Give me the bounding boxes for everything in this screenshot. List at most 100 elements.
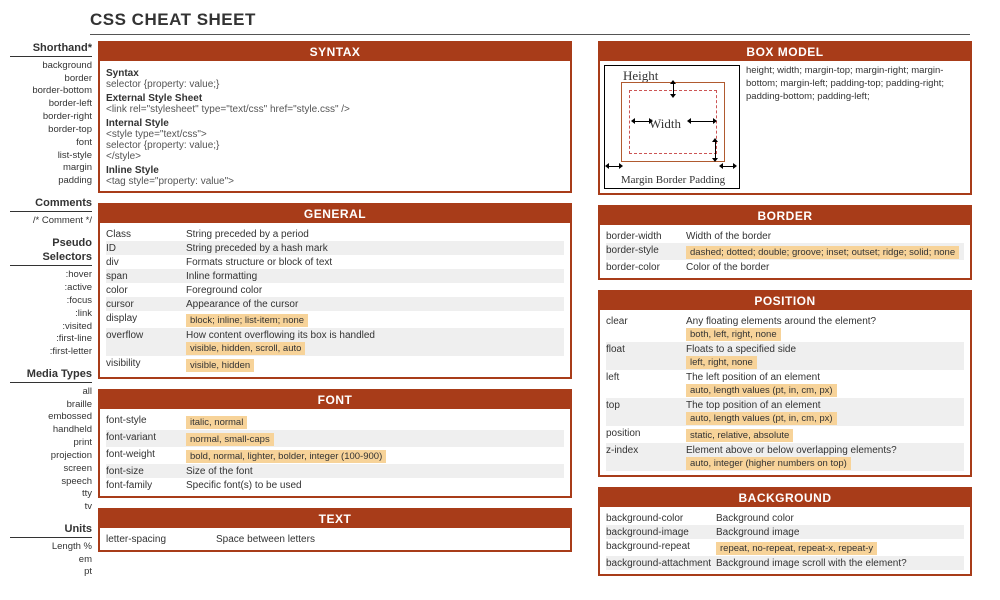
- prop-desc: The left position of an element: [686, 372, 964, 383]
- sidebar: Shorthand* backgroundborderborder-bottom…: [10, 41, 98, 579]
- prop-val: Width of the border: [686, 231, 964, 242]
- prop-val: How content overflowing its box is handl…: [186, 330, 564, 355]
- prop-val: Inline formatting: [186, 271, 564, 282]
- internal-label: Internal Style: [106, 118, 564, 129]
- panel-body-position: clearAny floating elements around the el…: [600, 310, 970, 475]
- prop-options: repeat, no-repeat, repeat-x, repeat-y: [716, 542, 877, 555]
- internal-code-2: selector {property: value;}: [106, 140, 564, 151]
- sidebar-item: :hover: [10, 269, 92, 282]
- prop-desc: String preceded by a hash mark: [186, 243, 564, 254]
- page-title: CSS CHEAT SHEET: [90, 10, 970, 35]
- prop-key: border-style: [606, 245, 686, 256]
- columns: SYNTAX Syntax selector {property: value;…: [98, 41, 1000, 576]
- prop-options: auto, length values (pt, in, cm, px): [686, 412, 837, 425]
- prop-key: left: [606, 372, 686, 383]
- prop-desc: Background color: [716, 513, 964, 524]
- internal-code-3: </style>: [106, 151, 564, 162]
- table-row: floatFloats to a specified sideleft, rig…: [606, 342, 964, 370]
- sidebar-item: :first-line: [10, 333, 92, 346]
- sidebar-item: all: [10, 386, 92, 399]
- panel-body-text: letter-spacingSpace between letters: [100, 528, 570, 550]
- prop-options: block; inline; list-item; none: [186, 314, 308, 327]
- prop-key: display: [106, 313, 186, 324]
- sidebar-item: border-right: [10, 111, 92, 124]
- prop-val: String preceded by a hash mark: [186, 243, 564, 254]
- sidebar-item: pt: [10, 566, 92, 579]
- panel-border: BORDER border-widthWidth of the borderbo…: [598, 205, 972, 280]
- prop-desc: Inline formatting: [186, 271, 564, 282]
- prop-val: Specific font(s) to be used: [186, 480, 564, 491]
- sidebar-media-list: allbrailleembossedhandheldprintprojectio…: [10, 386, 92, 514]
- sidebar-item: braille: [10, 399, 92, 412]
- panel-font: FONT font-styleitalic, normalfont-varian…: [98, 389, 572, 498]
- table-row: positionstatic, relative, absolute: [606, 426, 964, 443]
- panel-head-position: POSITION: [600, 292, 970, 310]
- table-row: border-widthWidth of the border: [606, 229, 964, 243]
- sidebar-item: padding: [10, 175, 92, 188]
- sidebar-item: speech: [10, 476, 92, 489]
- prop-key: ID: [106, 243, 186, 254]
- bm-label-width: Width: [649, 116, 681, 132]
- prop-desc: The top position of an element: [686, 400, 964, 411]
- prop-val: Formats structure or block of text: [186, 257, 564, 268]
- prop-key: float: [606, 344, 686, 355]
- prop-val: The left position of an elementauto, len…: [686, 372, 964, 397]
- sidebar-group-units: Units: [10, 522, 92, 538]
- prop-val: Background image scroll with the element…: [716, 558, 964, 569]
- prop-val: repeat, no-repeat, repeat-x, repeat-y: [716, 541, 964, 555]
- arrow-icon: [691, 121, 713, 122]
- prop-desc: Space between letters: [216, 534, 564, 545]
- prop-key: font-variant: [106, 432, 186, 443]
- panel-head-syntax: SYNTAX: [100, 43, 570, 61]
- prop-desc: Color of the border: [686, 262, 964, 273]
- prop-val: static, relative, absolute: [686, 428, 964, 442]
- prop-options: visible, hidden, scroll, auto: [186, 342, 305, 355]
- prop-options: auto, integer (higher numbers on top): [686, 457, 851, 470]
- sidebar-item: list-style: [10, 150, 92, 163]
- sidebar-group-pseudo: Pseudo Selectors: [10, 236, 92, 267]
- prop-key: top: [606, 400, 686, 411]
- sidebar-pseudo-list: :hover:active:focus:link:visited:first-l…: [10, 269, 92, 359]
- table-row: ClassString preceded by a period: [106, 227, 564, 241]
- prop-key: background-attachment: [606, 558, 716, 569]
- prop-val: Color of the border: [686, 262, 964, 273]
- sidebar-item: /* Comment */: [10, 215, 92, 228]
- prop-val: Appearance of the cursor: [186, 299, 564, 310]
- prop-desc: String preceded by a period: [186, 229, 564, 240]
- table-row: z-indexElement above or below overlappin…: [606, 443, 964, 471]
- prop-val: bold, normal, lighter, bolder, integer (…: [186, 449, 564, 463]
- table-row: spanInline formatting: [106, 269, 564, 283]
- sidebar-item: print: [10, 437, 92, 450]
- panel-general: GENERAL ClassString preceded by a period…: [98, 203, 572, 379]
- prop-desc: How content overflowing its box is handl…: [186, 330, 564, 341]
- sidebar-item: tty: [10, 488, 92, 501]
- prop-val: block; inline; list-item; none: [186, 313, 564, 327]
- sidebar-item: border-left: [10, 98, 92, 111]
- table-row: IDString preceded by a hash mark: [106, 241, 564, 255]
- prop-val: Space between letters: [216, 534, 564, 545]
- prop-val: Floats to a specified sideleft, right, n…: [686, 344, 964, 369]
- panel-boxmodel: BOX MODEL Height Width: [598, 41, 972, 195]
- arrow-icon: [635, 121, 649, 122]
- prop-desc: Specific font(s) to be used: [186, 480, 564, 491]
- column-left: SYNTAX Syntax selector {property: value;…: [98, 41, 572, 576]
- prop-options: both, left, right, none: [686, 328, 781, 341]
- boxmodel-body: Height Width Margin Border Padding: [600, 61, 970, 193]
- prop-val: visible, hidden: [186, 358, 564, 372]
- table-row: visibilityvisible, hidden: [106, 356, 564, 373]
- table-row: colorForeground color: [106, 283, 564, 297]
- sidebar-item: screen: [10, 463, 92, 476]
- syntax-code: selector {property: value;}: [106, 79, 564, 90]
- panel-head-general: GENERAL: [100, 205, 570, 223]
- prop-options: left, right, none: [686, 356, 757, 369]
- panel-background: BACKGROUND background-colorBackground co…: [598, 487, 972, 576]
- prop-val: The top position of an elementauto, leng…: [686, 400, 964, 425]
- prop-val: Background color: [716, 513, 964, 524]
- prop-key: letter-spacing: [106, 534, 216, 545]
- prop-val: Size of the font: [186, 466, 564, 477]
- panel-body-border: border-widthWidth of the border border-st…: [600, 225, 970, 278]
- prop-options: auto, length values (pt, in, cm, px): [686, 384, 837, 397]
- prop-val: String preceded by a period: [186, 229, 564, 240]
- prop-key: font-weight: [106, 449, 186, 460]
- prop-val: Background image: [716, 527, 964, 538]
